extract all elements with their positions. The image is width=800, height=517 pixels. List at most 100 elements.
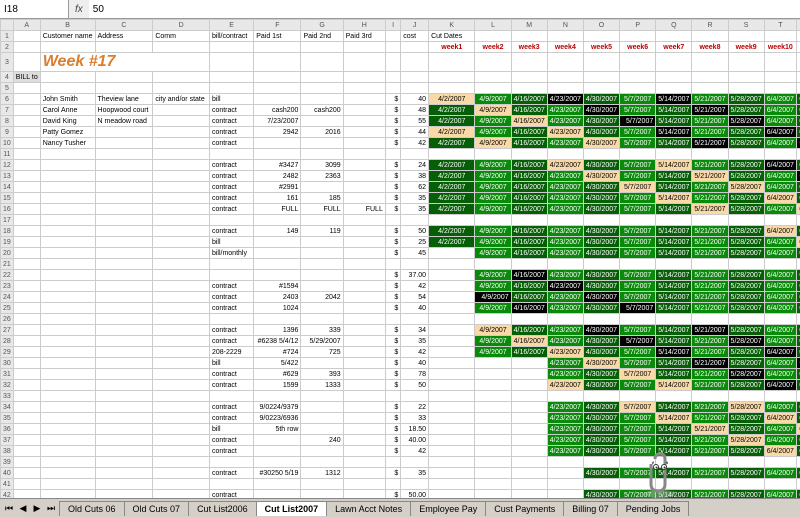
gantt-cell[interactable]: 5/14/2007 (656, 116, 692, 127)
gantt-cell[interactable]: 4/9/2007 (475, 204, 511, 215)
gantt-cell[interactable]: 5/14/2007 (656, 281, 692, 292)
paid3[interactable] (343, 116, 385, 127)
gantt-cell[interactable]: 5/21/2007 (692, 270, 728, 281)
gantt-cell[interactable] (511, 468, 547, 479)
gantt-cell[interactable]: 5/28/2007 (728, 435, 764, 446)
gantt-cell[interactable]: 4/30/2007 (583, 380, 619, 391)
comm[interactable] (153, 281, 210, 292)
gantt-cell[interactable]: 6/4/2007 (764, 270, 796, 281)
gantt-cell[interactable]: 4/16/2007 (511, 303, 547, 314)
gantt-cell[interactable]: 5/14/2007 (656, 171, 692, 182)
paid3[interactable] (343, 369, 385, 380)
paid1[interactable] (254, 94, 301, 105)
type[interactable]: contract (209, 105, 253, 116)
gantt-cell[interactable]: 5/21/2007 (692, 127, 728, 138)
gantt-cell[interactable]: 5/28/2007 (728, 402, 764, 413)
gantt-cell[interactable]: 6/11/2007 (796, 226, 800, 237)
customer-name[interactable] (40, 435, 95, 446)
paid1[interactable] (254, 237, 301, 248)
gantt-cell[interactable]: 5/14/2007 (656, 182, 692, 193)
gantt-cell[interactable]: 4/30/2007 (583, 292, 619, 303)
gantt-cell[interactable]: 4/30/2007 (583, 160, 619, 171)
gantt-cell[interactable]: 4/16/2007 (511, 336, 547, 347)
address[interactable] (95, 204, 153, 215)
row-header[interactable]: 31 (1, 369, 14, 380)
gantt-cell[interactable]: 4/23/2007 (547, 226, 583, 237)
sheet-tab[interactable]: Cut List2007 (256, 501, 328, 516)
gantt-cell[interactable]: 6/11/2007 (796, 435, 800, 446)
type[interactable]: contract (209, 116, 253, 127)
paid2[interactable] (301, 446, 343, 457)
gantt-cell[interactable]: 5/28/2007 (728, 138, 764, 149)
cost[interactable]: 22 (401, 402, 429, 413)
gantt-cell[interactable]: 5/7/2007 (620, 325, 656, 336)
cost[interactable]: 42 (401, 446, 429, 457)
gantt-cell[interactable]: 5/28/2007 (728, 369, 764, 380)
gantt-cell[interactable]: 6/4/2007 (764, 369, 796, 380)
address[interactable] (95, 435, 153, 446)
paid3[interactable] (343, 446, 385, 457)
gantt-cell[interactable]: 4/30/2007 (583, 369, 619, 380)
col-header[interactable]: M (511, 20, 547, 31)
gantt-cell[interactable]: 5/21/2007 (692, 105, 728, 116)
gantt-cell[interactable]: 4/30/2007 (583, 182, 619, 193)
gantt-cell[interactable]: 5/28/2007 (728, 237, 764, 248)
paid2[interactable] (301, 237, 343, 248)
customer-name[interactable] (40, 248, 95, 259)
gantt-cell[interactable]: 4/30/2007 (583, 127, 619, 138)
type[interactable]: contract (209, 138, 253, 149)
paid3[interactable] (343, 292, 385, 303)
gantt-cell[interactable] (475, 435, 511, 446)
gantt-cell[interactable]: 5/7/2007 (620, 358, 656, 369)
type[interactable]: contract (209, 226, 253, 237)
gantt-cell[interactable]: 4/16/2007 (511, 116, 547, 127)
address[interactable] (95, 413, 153, 424)
gantt-cell[interactable]: 6/4/2007 (764, 182, 796, 193)
gantt-cell[interactable]: 4/30/2007 (583, 226, 619, 237)
gantt-cell[interactable]: 5/28/2007 (728, 281, 764, 292)
customer-name[interactable] (40, 171, 95, 182)
gantt-cell[interactable]: 4/23/2007 (547, 380, 583, 391)
gantt-cell[interactable]: 5/14/2007 (656, 94, 692, 105)
gantt-cell[interactable]: 6/11/2007 (796, 270, 800, 281)
row-header[interactable]: 36 (1, 424, 14, 435)
row-header[interactable]: 16 (1, 204, 14, 215)
gantt-cell[interactable]: 4/30/2007 (583, 105, 619, 116)
gantt-cell[interactable]: 6/11/2007 (796, 138, 800, 149)
paid2[interactable]: 5/29/2007 (301, 336, 343, 347)
paid1[interactable] (254, 435, 301, 446)
gantt-cell[interactable]: 5/7/2007 (620, 94, 656, 105)
gantt-cell[interactable]: 5/28/2007 (728, 358, 764, 369)
row-header[interactable]: 25 (1, 303, 14, 314)
address[interactable] (95, 303, 153, 314)
gantt-cell[interactable]: 6/11/2007 (796, 303, 800, 314)
comm[interactable] (153, 248, 210, 259)
col-header[interactable]: J (401, 20, 429, 31)
gantt-cell[interactable]: 6/4/2007 (764, 435, 796, 446)
paid3[interactable] (343, 336, 385, 347)
gantt-cell[interactable]: 6/11/2007 (796, 237, 800, 248)
comm[interactable] (153, 325, 210, 336)
comm[interactable]: city and/or state (153, 94, 210, 105)
gantt-cell[interactable]: 5/21/2007 (692, 116, 728, 127)
spreadsheet-grid[interactable]: ABCDEFGHIJKLMNOPQRSTUV1Customer nameAddr… (0, 19, 800, 499)
gantt-cell[interactable]: 5/7/2007 (620, 105, 656, 116)
gantt-cell[interactable] (511, 369, 547, 380)
address[interactable] (95, 281, 153, 292)
comm[interactable] (153, 369, 210, 380)
paid2[interactable] (301, 116, 343, 127)
row-header[interactable]: 6 (1, 94, 14, 105)
gantt-cell[interactable]: 6/11/2007 (796, 380, 800, 391)
gantt-cell[interactable]: 5/28/2007 (728, 248, 764, 259)
col-header[interactable]: Q (656, 20, 692, 31)
gantt-cell[interactable]: 6/4/2007 (764, 204, 796, 215)
gantt-cell[interactable]: 5/14/2007 (656, 325, 692, 336)
paid3[interactable] (343, 127, 385, 138)
gantt-cell[interactable]: 4/23/2007 (547, 325, 583, 336)
address[interactable] (95, 424, 153, 435)
gantt-cell[interactable]: 6/11/2007 (796, 193, 800, 204)
gantt-cell[interactable]: 4/9/2007 (475, 127, 511, 138)
cost[interactable]: 35 (401, 193, 429, 204)
paid3[interactable] (343, 193, 385, 204)
col-header[interactable]: O (583, 20, 619, 31)
